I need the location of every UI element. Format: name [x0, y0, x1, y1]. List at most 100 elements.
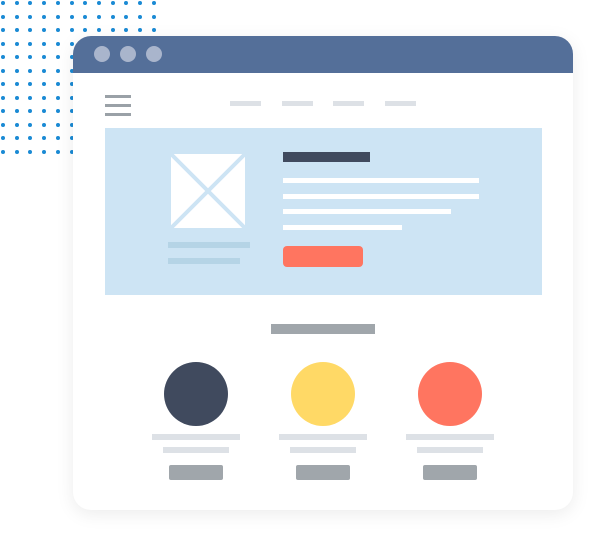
- dot: [14, 122, 19, 127]
- title-bar: [73, 36, 573, 73]
- dot: [42, 41, 47, 46]
- dot: [14, 136, 19, 140]
- hero-text-line: [283, 178, 479, 183]
- dot: [28, 1, 33, 5]
- dot: [1, 109, 5, 113]
- dot: [83, 28, 88, 32]
- image-placeholder-icon: [167, 150, 249, 232]
- dot: [42, 14, 47, 19]
- dot: [28, 55, 33, 59]
- hamburger-menu-icon[interactable]: [105, 95, 131, 117]
- nav-link[interactable]: [282, 101, 313, 106]
- dot: [14, 28, 19, 32]
- dot: [110, 1, 115, 5]
- dot: [28, 82, 33, 86]
- dot: [28, 149, 33, 154]
- hero-text-line: [283, 194, 479, 199]
- dot: [14, 68, 19, 73]
- dot: [110, 28, 115, 32]
- dot: [28, 28, 33, 32]
- card-button[interactable]: [423, 465, 477, 480]
- dot: [28, 136, 33, 140]
- dot: [83, 1, 88, 5]
- dot: [124, 28, 129, 32]
- dot: [55, 28, 60, 32]
- dot: [96, 14, 101, 19]
- dot: [42, 95, 47, 100]
- dot: [151, 1, 156, 5]
- dot: [1, 122, 5, 127]
- dot: [28, 95, 33, 100]
- dot: [28, 122, 33, 127]
- window-maximize-button[interactable]: [146, 46, 162, 62]
- dot: [83, 14, 88, 19]
- dot: [28, 109, 33, 113]
- dot: [1, 95, 5, 100]
- dot: [55, 122, 60, 127]
- dot: [151, 14, 156, 19]
- dot: [138, 14, 142, 19]
- nav-link[interactable]: [230, 101, 261, 106]
- card-title-line: [279, 434, 367, 440]
- dot: [14, 55, 19, 59]
- nav-link[interactable]: [333, 101, 364, 106]
- dot: [14, 95, 19, 100]
- dot: [55, 68, 60, 73]
- dot: [55, 41, 60, 46]
- dot: [55, 95, 60, 100]
- dot: [14, 109, 19, 113]
- dot: [138, 28, 142, 32]
- dot: [1, 1, 5, 5]
- card-text-line: [163, 447, 229, 453]
- dot: [69, 1, 74, 5]
- dot: [151, 28, 156, 32]
- dot: [14, 1, 19, 5]
- dot: [55, 136, 60, 140]
- dot: [1, 55, 5, 59]
- card-circle-image: [164, 362, 228, 426]
- dot: [42, 28, 47, 32]
- dot: [55, 149, 60, 154]
- window-close-button[interactable]: [94, 46, 110, 62]
- card-button[interactable]: [169, 465, 223, 480]
- dot: [14, 149, 19, 154]
- image-caption-line: [168, 242, 250, 248]
- dot: [42, 122, 47, 127]
- card-button[interactable]: [296, 465, 350, 480]
- dot: [69, 14, 74, 19]
- dot: [55, 14, 60, 19]
- dot: [42, 149, 47, 154]
- card-circle-image: [418, 362, 482, 426]
- dot: [42, 109, 47, 113]
- dot: [1, 68, 5, 73]
- dot: [28, 14, 33, 19]
- dot: [42, 55, 47, 59]
- card-text-line: [417, 447, 483, 453]
- dot: [1, 136, 5, 140]
- dot: [110, 14, 115, 19]
- dot: [14, 41, 19, 46]
- dot: [28, 68, 33, 73]
- dot: [124, 1, 129, 5]
- dot: [14, 14, 19, 19]
- dot: [55, 82, 60, 86]
- dot: [28, 41, 33, 46]
- dot: [1, 28, 5, 32]
- hero-heading: [283, 152, 370, 162]
- hero-text-line: [283, 225, 402, 230]
- dot: [55, 109, 60, 113]
- window-minimize-button[interactable]: [120, 46, 136, 62]
- nav-link[interactable]: [385, 101, 416, 106]
- dot: [14, 82, 19, 86]
- dot: [1, 82, 5, 86]
- dot: [124, 14, 129, 19]
- dot: [96, 1, 101, 5]
- dot: [42, 1, 47, 5]
- dot: [42, 82, 47, 86]
- section-title: [271, 324, 375, 334]
- card-title-line: [152, 434, 240, 440]
- cta-button[interactable]: [283, 246, 363, 267]
- hero-section: [105, 128, 542, 295]
- dot: [55, 55, 60, 59]
- dot: [69, 28, 74, 32]
